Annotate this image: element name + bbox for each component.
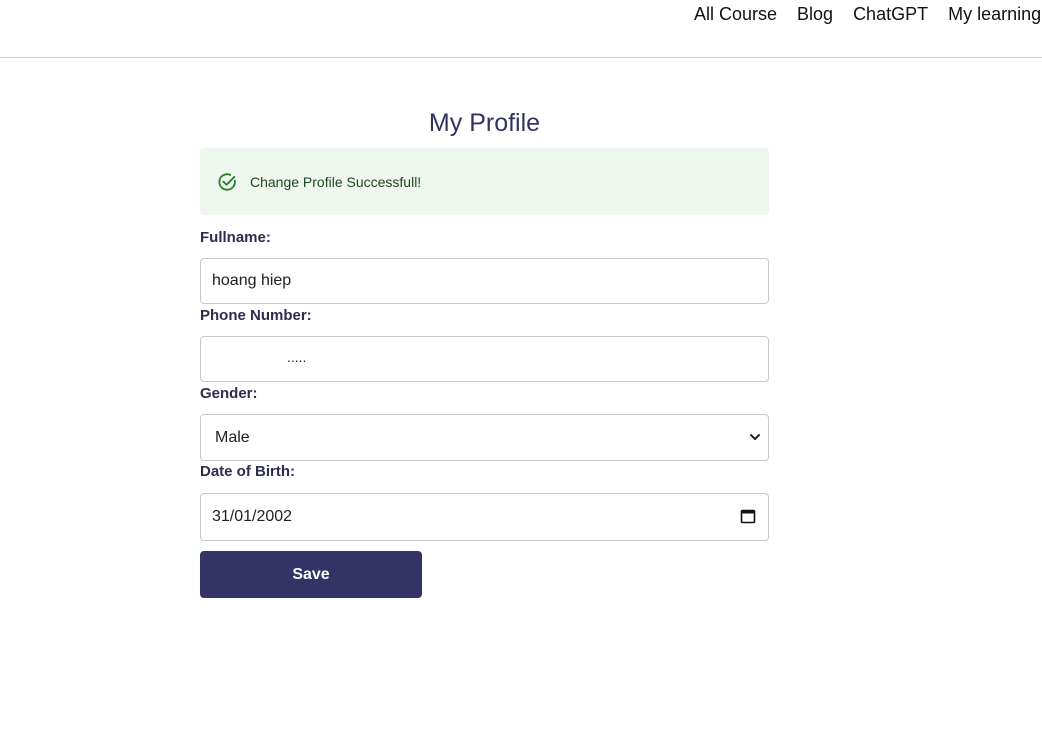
nav-all-course[interactable]: All Course [694,4,777,24]
phone-value: ..... [287,349,307,365]
dob-label: Date of Birth: [200,463,295,480]
gender-select[interactable]: Male [200,414,769,461]
main-nav: All Course Blog ChatGPT My learning [694,4,1042,24]
page-title: My Profile [428,109,541,137]
alert-message: Change Profile Successfull! [250,173,422,190]
calendar-icon[interactable] [740,508,756,524]
dob-input[interactable]: 31/01/2002 [200,493,769,541]
phone-input[interactable]: ..... [200,336,769,382]
gender-label: Gender: [200,385,258,402]
fullname-label: Fullname: [200,229,271,246]
phone-label: Phone Number: [200,307,312,324]
dob-value: 31/01/2002 [212,508,293,525]
success-alert: Change Profile Successfull! [200,148,769,215]
nav-blog[interactable]: Blog [797,4,833,24]
gender-value: Male [215,428,250,446]
fullname-value: hoang hiep [212,272,292,289]
top-navbar: All Course Blog ChatGPT My learning [0,0,1042,58]
save-button[interactable]: Save [200,551,422,598]
nav-my-learning[interactable]: My learning [948,4,1041,24]
check-circle-icon [216,171,238,193]
chevron-down-icon [748,430,762,444]
fullname-input[interactable]: hoang hiep [200,258,769,304]
nav-chatgpt[interactable]: ChatGPT [853,4,928,24]
